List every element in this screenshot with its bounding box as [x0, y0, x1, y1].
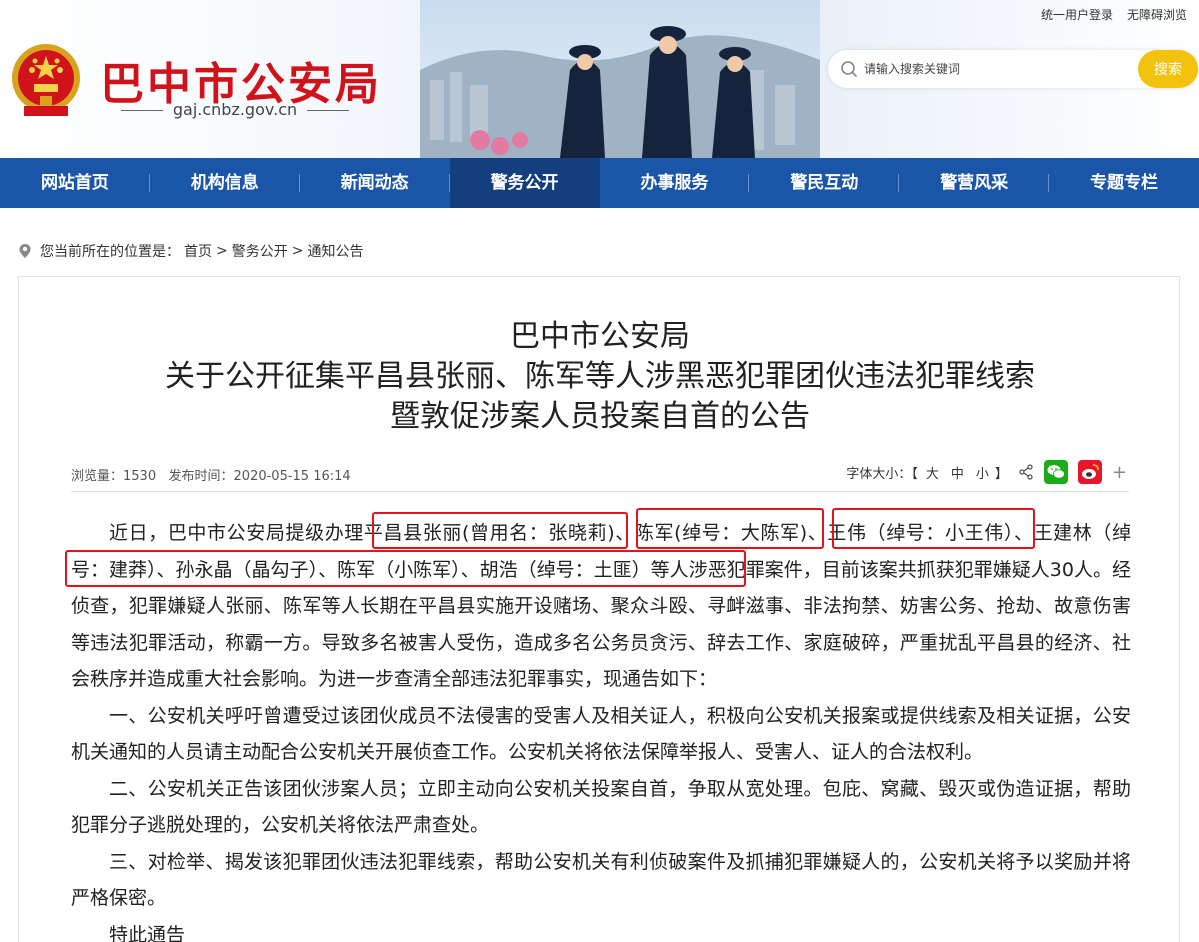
wechat-icon[interactable]: [1043, 460, 1068, 484]
national-emblem-icon: [12, 44, 80, 116]
login-link[interactable]: 统一用户登录: [1041, 6, 1113, 23]
breadcrumb-prefix: 您当前所在的位置是：: [40, 244, 180, 260]
nav-item-home[interactable]: 网站首页: [0, 158, 150, 208]
nav-item-label: 警民互动: [790, 173, 859, 193]
breadcrumb-home[interactable]: 首页: [184, 241, 212, 261]
nav-item-label: 机构信息: [190, 173, 259, 193]
article-paragraph: 近日，巴中市公安局提级办理平昌县张丽(曾用名：张晓莉)、陈军(绰号：大陈军)、王…: [71, 522, 1131, 690]
top-links: 统一用户登录 无障碍浏览: [1041, 6, 1187, 23]
nav-item-label: 办事服务: [640, 173, 709, 193]
search-icon: [841, 61, 858, 78]
search-button[interactable]: 搜索: [1138, 50, 1198, 88]
date-label: 发布时间：: [168, 469, 234, 484]
site-domain-text: gaj.cnbz.gov.cn: [172, 100, 298, 119]
font-size-close: 】: [994, 466, 1008, 482]
site-header: 统一用户登录 无障碍浏览 巴中市公安局 gaj.cnbz.gov.cn 请输入搜…: [0, 0, 1199, 158]
article-tools: 字体大小：【 大 中 小 】 +: [846, 460, 1127, 484]
main-nav: 网站首页 机构信息 新闻动态 警务公开 办事服务 警民互动 警营风采 专题专栏: [0, 158, 1199, 208]
breadcrumb-notices[interactable]: 通知公告: [307, 241, 363, 261]
nav-item-interaction[interactable]: 警民互动: [749, 158, 900, 208]
nav-item-label: 网站首页: [40, 173, 109, 193]
accessible-link[interactable]: 无障碍浏览: [1127, 6, 1187, 23]
nav-item-label: 专题专栏: [1090, 173, 1159, 193]
nav-item-news[interactable]: 新闻动态: [300, 158, 450, 208]
breadcrumb-sep: >: [216, 243, 228, 259]
font-size-label: 字体大小：【: [846, 466, 918, 482]
publish-date: 2020-05-15 16:14: [233, 469, 351, 484]
article-meta: 浏览量：1530 发布时间：2020-05-15 16:14: [71, 465, 351, 484]
breadcrumb-police-affairs[interactable]: 警务公开: [232, 241, 288, 261]
site-domain: gaj.cnbz.gov.cn: [100, 100, 370, 119]
font-size-medium[interactable]: 中: [951, 463, 964, 482]
article-title: 巴中市公安局 关于公开征集平昌县张丽、陈军等人涉黑恶犯罪团伙违法犯罪线索 暨敦促…: [19, 317, 1181, 437]
nav-item-police-affairs[interactable]: 警务公开: [449, 158, 600, 208]
search-box: 搜索: [828, 50, 1198, 88]
nav-item-label: 警营风采: [940, 173, 1009, 193]
article-panel: 巴中市公安局 关于公开征集平昌县张丽、陈军等人涉黑恶犯罪团伙违法犯罪线索 暨敦促…: [18, 276, 1180, 942]
article-paragraph: 三、对检举、揭发该犯罪团伙违法犯罪线索，帮助公安机关有利侦破案件及抓捕犯罪嫌疑人…: [71, 850, 1131, 910]
meta-divider: [71, 491, 1129, 492]
article-paragraph: 特此通告: [109, 923, 186, 942]
nav-item-services[interactable]: 办事服务: [600, 158, 750, 208]
plus-icon[interactable]: +: [1112, 462, 1127, 483]
font-size-small[interactable]: 小: [976, 463, 989, 482]
header-banner-image: [420, 0, 820, 158]
article-title-line: 暨敦促涉案人员投案自首的公告: [390, 399, 810, 434]
article-paragraph: 二、公安机关正告该团伙涉案人员；立即主动向公安机关投案自首，争取从宽处理。包庇、…: [71, 777, 1131, 837]
search-input[interactable]: [864, 54, 1124, 84]
location-pin-icon: [19, 244, 31, 258]
article-body: 近日，巴中市公安局提级办理平昌县张丽(曾用名：张晓莉)、陈军(绰号：大陈军)、王…: [71, 515, 1131, 942]
article-paragraph: 一、公安机关呼吁曾遭受过该团伙成员不法侵害的受害人及相关证人，积极向公安机关报案…: [71, 704, 1131, 764]
views-count: 1530: [123, 469, 157, 484]
article-title-line: 关于公开征集平昌县张丽、陈军等人涉黑恶犯罪团伙违法犯罪线索: [165, 359, 1035, 394]
font-size-large[interactable]: 大: [926, 463, 939, 482]
breadcrumb-sep: >: [291, 243, 304, 259]
share-icon[interactable]: [1018, 464, 1034, 480]
nav-item-special[interactable]: 专题专栏: [1049, 158, 1199, 208]
nav-item-label: 警务公开: [490, 173, 559, 193]
weibo-icon[interactable]: [1077, 460, 1102, 484]
article-title-line: 巴中市公安局: [510, 319, 690, 354]
nav-item-label: 新闻动态: [340, 173, 409, 193]
views-label: 浏览量：: [71, 469, 124, 484]
breadcrumb: 您当前所在的位置是： 首页 > 警务公开 > 通知公告: [18, 241, 363, 261]
nav-item-style[interactable]: 警营风采: [899, 158, 1050, 208]
nav-item-org-info[interactable]: 机构信息: [150, 158, 300, 208]
